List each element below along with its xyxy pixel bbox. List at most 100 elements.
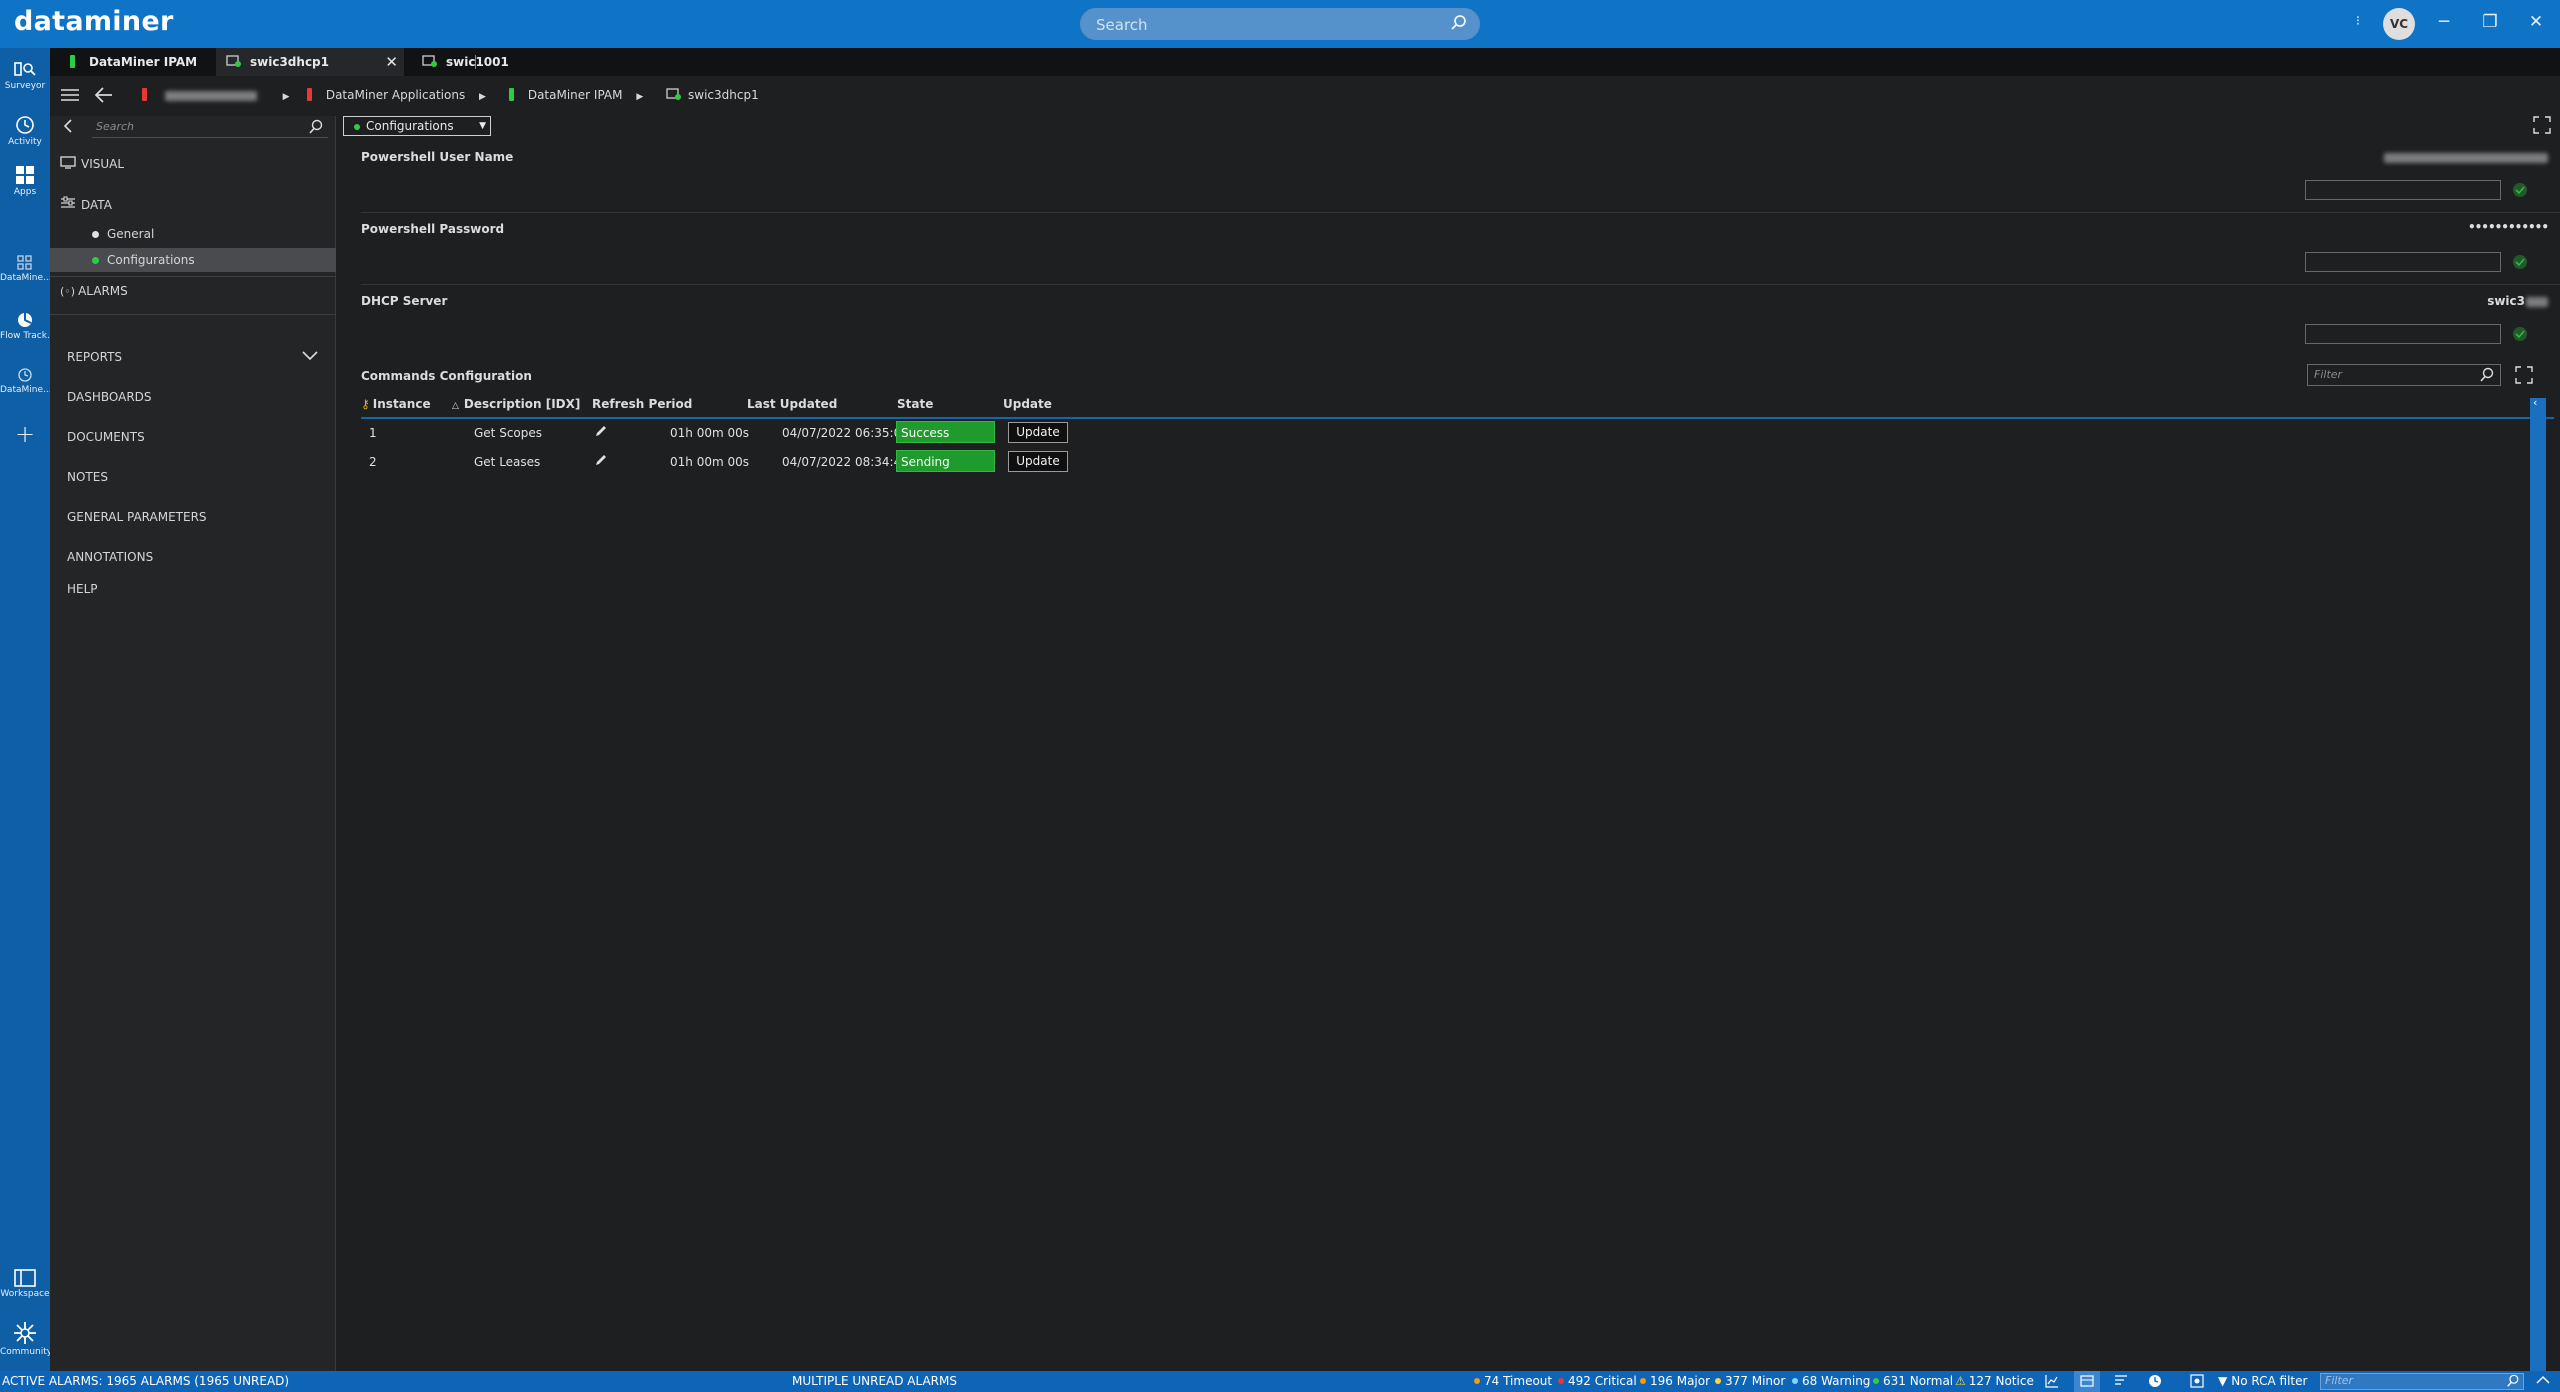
- alarm-filter-input[interactable]: Filter: [2320, 1373, 2524, 1390]
- section-notes[interactable]: NOTES: [67, 470, 108, 484]
- more-menu-icon[interactable]: ⁝: [2346, 14, 2370, 29]
- expand-left-icon[interactable]: ‹: [2533, 396, 2537, 409]
- cell-description: Get Scopes: [474, 426, 543, 440]
- alarm-count-notice[interactable]: ⚠ 127 Notice: [1955, 1374, 2034, 1388]
- rail-label: Workspace: [0, 1289, 50, 1299]
- column-header-state[interactable]: State: [897, 397, 933, 411]
- rail-community[interactable]: Community: [0, 1320, 50, 1357]
- search-icon[interactable]: [2479, 367, 2495, 383]
- chevron-down-icon[interactable]: [302, 350, 318, 364]
- back-arrow-icon[interactable]: [94, 86, 114, 107]
- sort-lines-icon[interactable]: [2114, 1374, 2128, 1389]
- severity-dot: [1792, 1378, 1798, 1384]
- nav-alarms[interactable]: (◦) ALARMS: [60, 284, 128, 298]
- trend-chart-icon[interactable]: [2045, 1374, 2059, 1391]
- section-documents[interactable]: DOCUMENTS: [67, 430, 145, 444]
- param-set-input[interactable]: [2305, 180, 2501, 200]
- hamburger-menu-icon[interactable]: [60, 87, 80, 106]
- user-avatar[interactable]: VC: [2383, 8, 2415, 40]
- restore-icon[interactable]: ❐: [2478, 12, 2502, 32]
- collapse-panel-icon[interactable]: [62, 118, 74, 137]
- breadcrumb-item[interactable]: swic3dhcp1: [666, 88, 759, 102]
- breadcrumb-arrow-icon: ▶: [479, 92, 486, 102]
- update-button[interactable]: Update: [1008, 451, 1068, 472]
- fullscreen-icon[interactable]: [2533, 116, 2551, 137]
- alarm-count-normal[interactable]: 631 Normal: [1873, 1374, 1953, 1388]
- alarm-count-minor[interactable]: 377 Minor: [1715, 1374, 1785, 1388]
- update-button[interactable]: Update: [1008, 422, 1068, 443]
- minimize-icon[interactable]: ─: [2432, 12, 2456, 32]
- breadcrumb-label: DataMiner IPAM: [527, 88, 623, 102]
- rail-dataminer-history[interactable]: DataMine...: [0, 366, 50, 395]
- column-header-last-updated[interactable]: Last Updated: [747, 397, 837, 411]
- panel-search-input[interactable]: Search: [92, 118, 328, 138]
- column-header-update[interactable]: Update: [1003, 397, 1052, 411]
- rail-apps[interactable]: Apps: [0, 164, 50, 197]
- global-search-input[interactable]: Search: [1080, 8, 1480, 40]
- flow-tracking-icon: [18, 313, 32, 327]
- rail-workspace[interactable]: Workspace: [0, 1268, 50, 1299]
- breadcrumb-item[interactable]: DataMiner IPAM ▶: [509, 88, 643, 102]
- active-alarms-summary[interactable]: ACTIVE ALARMS: 1965 ALARMS (1965 UNREAD): [2, 1374, 289, 1388]
- clock-icon[interactable]: [2148, 1374, 2162, 1391]
- rail-activity[interactable]: Activity: [0, 114, 50, 147]
- column-header-refresh-period[interactable]: Refresh Period: [592, 397, 692, 411]
- global-search-placeholder: Search: [1096, 16, 1148, 34]
- rail-surveyor[interactable]: Surveyor: [0, 60, 50, 91]
- section-help[interactable]: HELP: [67, 582, 98, 596]
- alarm-count-major[interactable]: 196 Major: [1640, 1374, 1710, 1388]
- param-set-input[interactable]: [2305, 324, 2501, 344]
- search-icon[interactable]: [2506, 1374, 2520, 1391]
- close-tab-icon[interactable]: ✕: [385, 48, 398, 76]
- panel-search-placeholder: Search: [96, 120, 135, 133]
- breadcrumb-root[interactable]: ▶: [142, 88, 290, 102]
- section-general-parameters[interactable]: GENERAL PARAMETERS: [67, 510, 207, 524]
- nav-data[interactable]: DATA: [60, 196, 112, 212]
- param-set-input[interactable]: [2305, 252, 2501, 272]
- focus-target-icon[interactable]: [2190, 1374, 2204, 1391]
- unread-alarms-notice[interactable]: MULTIPLE UNREAD ALARMS: [792, 1374, 957, 1388]
- column-label: Refresh Period: [592, 397, 693, 411]
- section-dashboards[interactable]: DASHBOARDS: [67, 390, 152, 404]
- confirm-set-icon[interactable]: [2513, 327, 2527, 341]
- confirm-set-icon[interactable]: [2513, 183, 2527, 197]
- rail-flow-tracking[interactable]: Flow Track...: [0, 310, 50, 341]
- search-icon[interactable]: [308, 119, 324, 135]
- breadcrumb-label: DataMiner Applications: [325, 88, 466, 102]
- list-view-toggle[interactable]: [2074, 1371, 2100, 1392]
- nav-visual[interactable]: VISUAL: [60, 156, 124, 171]
- search-icon[interactable]: [1450, 14, 1468, 35]
- tab-dataminer-ipam[interactable]: DataMiner IPAM: [60, 48, 210, 76]
- tab-swic1001[interactable]: swic1001: [412, 48, 532, 76]
- card-tab-strip: DataMiner IPAM swic3dhcp1 ✕ swic1001: [50, 48, 2560, 76]
- section-reports[interactable]: REPORTS: [67, 350, 122, 364]
- cell-refresh-period: 01h 00m 00s: [670, 426, 749, 440]
- detail-panel-scrollbar[interactable]: ‹: [2530, 396, 2546, 1371]
- element-status-indicator: [509, 88, 514, 101]
- alarm-count-timeout[interactable]: 74 Timeout: [1474, 1374, 1552, 1388]
- monitor-icon: [60, 156, 76, 169]
- rca-filter[interactable]: ▼ No RCA filter: [2218, 1374, 2307, 1388]
- nav-page-label: Configurations: [107, 253, 195, 267]
- column-header-description[interactable]: △ Description [IDX]: [452, 397, 580, 411]
- nav-page-configurations[interactable]: Configurations: [50, 248, 336, 272]
- table-filter-input[interactable]: Filter: [2307, 364, 2501, 386]
- edit-pencil-icon[interactable]: [594, 453, 608, 470]
- chevron-up-icon[interactable]: [2536, 1374, 2550, 1388]
- section-annotations[interactable]: ANNOTATIONS: [67, 550, 153, 564]
- tab-swic3dhcp1[interactable]: swic3dhcp1 ✕: [216, 48, 404, 76]
- column-header-instance[interactable]: ⚷ Instance: [361, 397, 431, 411]
- alarm-count-critical[interactable]: 492 Critical: [1558, 1374, 1637, 1388]
- breadcrumb-item[interactable]: DataMiner Applications ▶: [307, 88, 486, 102]
- severity-dot: [1715, 1378, 1721, 1384]
- add-app-icon[interactable]: +: [0, 422, 50, 446]
- nav-page-general[interactable]: General: [50, 222, 336, 246]
- close-window-icon[interactable]: ✕: [2524, 12, 2548, 32]
- table-fullscreen-icon[interactable]: [2515, 366, 2533, 387]
- edit-pencil-icon[interactable]: [594, 424, 608, 441]
- confirm-set-icon[interactable]: [2513, 255, 2527, 269]
- alarm-count-warning[interactable]: 68 Warning: [1792, 1374, 1870, 1388]
- page-selector-dropdown[interactable]: Configurations ▼: [343, 116, 491, 136]
- nav-page-label: General: [107, 227, 155, 241]
- rail-dataminer-app[interactable]: DataMine...: [0, 254, 50, 283]
